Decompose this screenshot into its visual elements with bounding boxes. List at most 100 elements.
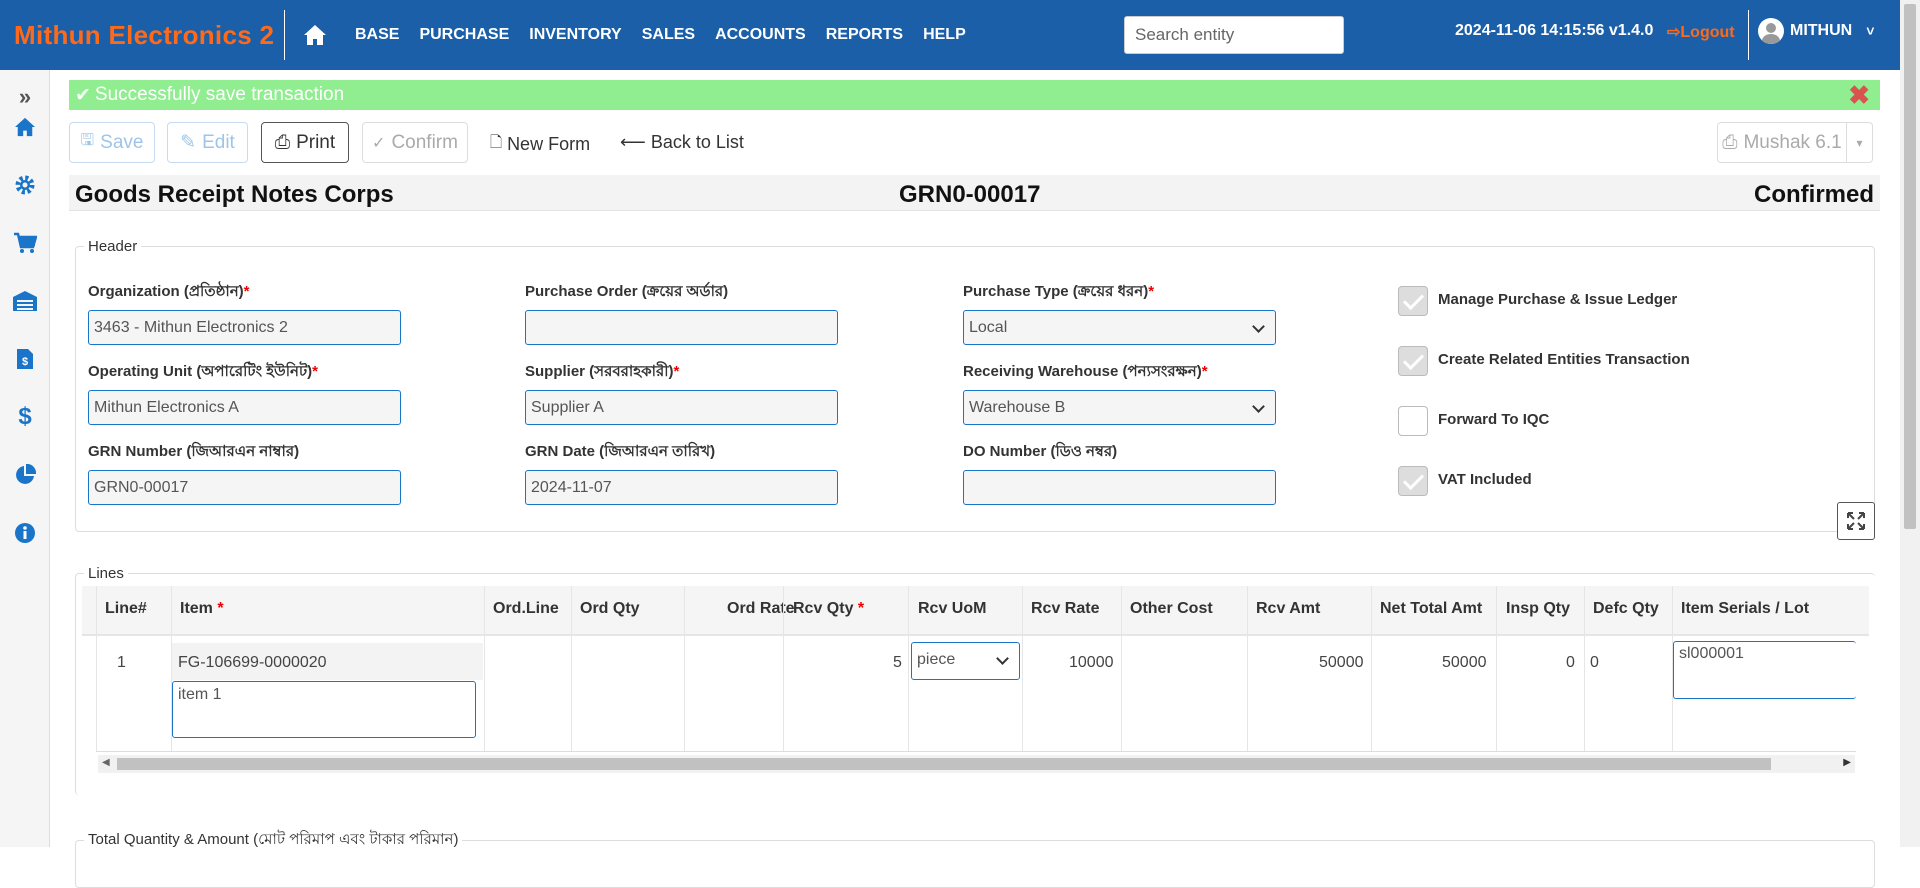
expand-sidebar-icon[interactable]: » [0,82,50,112]
page-title: Goods Receipt Notes Corps [75,181,394,208]
invoice-icon[interactable]: $ [0,344,50,374]
menu-help[interactable]: HELP [923,26,966,44]
scroll-left-icon[interactable]: ◀ [102,757,110,768]
menu-base[interactable]: BASE [355,26,399,44]
totals-section: Total Quantity & Amount (মোট পরিমাপ এবং … [75,828,1875,888]
user-menu[interactable]: MITHUN ˅ [1758,18,1874,44]
warehouse-icon[interactable] [0,286,50,316]
menu-inventory[interactable]: INVENTORY [529,26,621,44]
purchase-type-label: Purchase Type (ক্রয়ের ধরন)* [963,283,1155,300]
cell-rcv-rate[interactable]: 10000 [1069,654,1114,672]
organization-label: Organization (প্রতিষ্ঠান)* [88,283,250,300]
file-icon: 🗋 [490,134,503,151]
document-title-bar: Goods Receipt Notes Corps GRN0-00017 Con… [69,175,1880,211]
cell-item-code: FG-106699-0000020 [178,654,327,671]
printer-icon: ⎙ [274,131,291,153]
manage-ledger-checkbox[interactable] [1398,286,1428,316]
supplier-label: Supplier (সরবরাহকারী)* [525,363,680,380]
col-defc-qty: Defc Qty [1593,600,1659,617]
lines-legend: Lines [88,565,124,582]
caret-down-icon: ▾ [1856,135,1863,150]
warehouse-select[interactable]: Warehouse B [963,390,1276,425]
mushak-label: Mushak 6.1 [1743,131,1842,153]
col-item: Item * [180,600,224,617]
success-alert: ✔ Successfully save transaction ✖ [69,80,1880,110]
cart-icon[interactable] [0,228,50,258]
logout-label: Logout [1680,24,1735,41]
menu-sales[interactable]: SALES [642,26,695,44]
dollar-icon[interactable]: $ [0,402,50,432]
col-insp-qty: Insp Qty [1506,600,1571,617]
col-rcv-qty: Rcv Qty * [793,600,865,617]
pencil-icon: ✎ [180,132,197,153]
pie-chart-icon[interactable] [0,460,50,490]
info-icon[interactable] [0,518,50,548]
printer-icon: ⎙ [1722,131,1738,153]
grn-number-field[interactable]: GRN0-00017 [88,470,401,505]
table-horizontal-scrollbar[interactable]: ◀ ▶ [98,755,1855,773]
brand-name[interactable]: Mithun Electronics 2 [0,10,285,60]
uom-select[interactable]: piece [911,642,1020,680]
cell-rcv-qty[interactable]: 5 [893,654,902,672]
page-scrollbar[interactable] [1900,0,1920,847]
organization-field[interactable]: 3463 - Mithun Electronics 2 [88,310,401,345]
manage-ledger-label: Manage Purchase & Issue Ledger [1438,291,1678,308]
do-number-field[interactable] [963,470,1276,505]
gear-icon[interactable] [0,170,50,200]
col-ord-qty: Ord Qty [580,600,640,617]
lines-table-header: Line# Item * Ord.Line Ord Qty Ord Rate R… [82,586,1869,636]
expand-icon[interactable] [1837,502,1875,540]
logout-link[interactable]: ⇨Logout [1667,22,1735,42]
cell-net-total: 50000 [1442,654,1487,671]
home-icon[interactable] [295,24,335,46]
close-icon[interactable]: ✖ [1848,82,1870,108]
menu-reports[interactable]: REPORTS [826,26,903,44]
status-badge: Confirmed [1754,181,1874,208]
mushak-dropdown-button[interactable]: ▾ [1846,122,1873,163]
purchase-type-select[interactable]: Local [963,310,1276,345]
confirm-label: Confirm [391,131,458,153]
save-icon: 🖫 [80,132,95,149]
print-button[interactable]: ⎙ Print [261,122,349,163]
related-entities-checkbox[interactable] [1398,346,1428,376]
back-to-list-link[interactable]: ⟵ Back to List [620,132,744,153]
warehouse-label: Receiving Warehouse (পন্যসংরক্ষন)* [963,363,1208,380]
col-rcv-amt: Rcv Amt [1256,600,1321,617]
home-icon[interactable] [0,112,50,142]
item-description-field[interactable]: item 1 [172,681,476,738]
forward-iqc-checkbox[interactable] [1398,406,1428,436]
main-menu: BASE PURCHASE INVENTORY SALES ACCOUNTS R… [335,26,966,44]
cell-defc-qty[interactable]: 0 [1590,654,1599,672]
purchase-order-field[interactable] [525,310,838,345]
confirm-button[interactable]: ✓ Confirm [362,122,468,163]
search-input[interactable] [1124,16,1344,54]
save-button[interactable]: 🖫 Save [69,122,155,163]
check-circle-icon: ✓ [372,134,386,152]
new-form-link[interactable]: 🗋 New Form [490,132,590,157]
scrollbar-thumb[interactable] [1904,4,1916,529]
mushak-button[interactable]: ⎙ Mushak 6.1 [1717,122,1847,163]
user-name: MITHUN [1790,22,1853,39]
header-legend: Header [88,238,138,255]
col-net-total: Net Total Amt [1380,600,1483,617]
scroll-right-icon[interactable]: ▶ [1843,757,1851,768]
back-label: Back to List [650,132,744,152]
supplier-field[interactable]: Supplier A [525,390,838,425]
operating-unit-field[interactable]: Mithun Electronics A [88,390,401,425]
grn-date-field[interactable]: 2024-11-07 [525,470,838,505]
chevron-down-icon: ˅ [1866,23,1875,39]
menu-purchase[interactable]: PURCHASE [419,26,509,44]
cell-insp-qty[interactable]: 0 [1566,654,1575,672]
edit-button[interactable]: ✎ Edit [167,122,248,163]
new-form-label: New Form [507,134,591,154]
col-item-serials: Item Serials / Lot [1681,600,1810,617]
print-label: Print [296,131,336,153]
nav-divider [1748,10,1749,60]
do-number-label: DO Number (ডিও নম্বর) [963,443,1118,460]
vat-included-checkbox[interactable] [1398,466,1428,496]
scrollbar-thumb[interactable] [117,758,1771,770]
item-serials-field[interactable]: sl000001 [1673,641,1856,699]
document-number: GRN0-00017 [899,181,1041,208]
menu-accounts[interactable]: ACCOUNTS [715,26,806,44]
logout-icon: ⇨ [1667,24,1681,41]
